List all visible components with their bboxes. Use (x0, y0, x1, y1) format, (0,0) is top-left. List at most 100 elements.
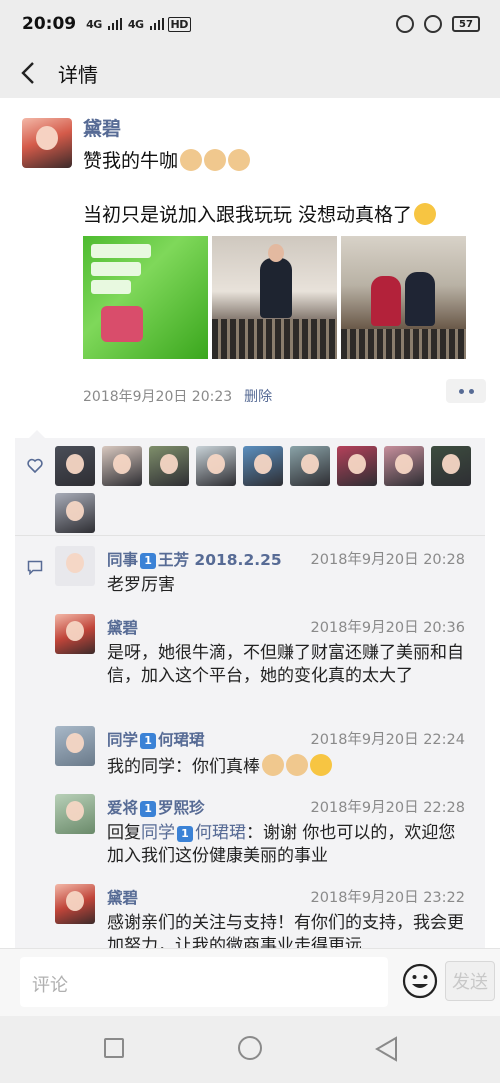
keycap-one-icon: 1 (140, 801, 157, 817)
comment-time: 2018年9月20日 22:28 (310, 800, 465, 816)
home-button[interactable] (238, 1036, 262, 1060)
status-bar: 20:09 4G 4G HD 57 (0, 0, 500, 48)
heart-icon (27, 458, 43, 473)
like-avatar[interactable] (290, 446, 330, 486)
comment-item[interactable]: 黛碧 2018年9月20日 23:22 感谢亲们的关注与支持！有你们的支持，我会… (55, 876, 475, 948)
recent-apps-button[interactable] (104, 1038, 124, 1058)
comment-text: 老罗厉害 (107, 575, 175, 595)
signal-bars-icon (107, 18, 122, 30)
comment-author-suffix: 何珺珺 (158, 731, 205, 749)
kiss-face-icon (310, 754, 332, 776)
delete-link[interactable]: 删除 (244, 389, 272, 405)
like-avatar[interactable] (337, 446, 377, 486)
comment-time: 2018年9月20日 20:36 (310, 620, 465, 636)
like-avatar[interactable] (431, 446, 471, 486)
battery-icon: 57 (452, 16, 480, 32)
comment-author[interactable]: 同事 1 王芳 2018.2.25 (107, 548, 282, 570)
comment-bar: 评论 发送 (0, 948, 500, 1016)
comment-input[interactable]: 评论 (20, 957, 388, 1007)
like-avatar[interactable] (384, 446, 424, 486)
reply-prefix: 回复 (107, 823, 141, 843)
comment-avatar[interactable] (55, 726, 95, 766)
comment-avatar[interactable] (55, 614, 95, 654)
person-figure (260, 244, 292, 318)
thumbs-up-icon (228, 149, 251, 171)
comment-item[interactable]: 同学 1 何珺珺 2018年9月20日 22:24 我的同学：你们真棒 (55, 718, 475, 786)
comment-author-prefix: 同事 (107, 551, 139, 569)
reply-to-name[interactable]: 同学 1 何珺珺 (141, 823, 246, 843)
comment-author-suffix: 罗熙珍 (158, 799, 205, 817)
reply-to-suffix: 何珺珺 (195, 823, 246, 843)
post-text-2: 当初只是说加入跟我玩玩 没想动真格了 (83, 204, 413, 226)
like-avatar[interactable] (55, 493, 95, 533)
comment-item[interactable]: 同事 1 王芳 2018.2.25 2018年9月20日 20:28 老罗厉害 (55, 538, 475, 606)
status-time: 20:09 (22, 14, 77, 34)
comment-text: 是呀，她很牛滴，不但赚了财富还赚了美丽和自信，加入这个平台，她的变化真的太大了 (107, 643, 464, 686)
comment-icon (27, 560, 43, 575)
chat-bubble (91, 262, 141, 276)
alarm-icon (424, 15, 442, 33)
post-photo-chat[interactable] (83, 236, 208, 359)
post-meta: 2018年9月20日 20:23 删除 (83, 386, 272, 406)
like-avatar[interactable] (243, 446, 283, 486)
comment-time: 2018年9月20日 20:28 (310, 552, 465, 568)
like-avatar[interactable] (196, 446, 236, 486)
dot-icon (468, 388, 474, 394)
emoji-picker-icon[interactable] (402, 963, 438, 999)
comment-author[interactable]: 同学 1 何珺珺 (107, 728, 205, 750)
comment-text-body: 我的同学：你们真棒 (107, 757, 260, 777)
signal-2-icon: 4G (127, 17, 144, 31)
person-figure (371, 276, 401, 326)
system-nav-bar (0, 1016, 500, 1083)
send-button[interactable]: 发送 (445, 961, 495, 1001)
flower-image (101, 306, 143, 342)
likes-section (15, 438, 485, 536)
comment-author-prefix: 爱将 (107, 799, 139, 817)
comment-time: 2018年9月20日 22:24 (310, 732, 465, 748)
comment-author-prefix: 同学 (107, 731, 139, 749)
post-text-line-1: 赞我的牛咖 (83, 146, 251, 173)
chat-bubble (91, 244, 151, 258)
product-rows (212, 319, 337, 359)
back-arrow-icon (21, 62, 34, 84)
comment-author[interactable]: 黛碧 (107, 886, 138, 908)
dot-icon (458, 388, 464, 394)
like-avatar[interactable] (102, 446, 142, 486)
back-button[interactable] (16, 61, 40, 85)
comment-time: 2018年9月20日 23:22 (310, 890, 465, 906)
post-author-avatar[interactable] (22, 118, 72, 168)
comment-author[interactable]: 黛碧 (107, 616, 138, 638)
thumbs-up-icon (180, 149, 203, 171)
comment-item[interactable]: 爱将 1 罗熙珍 2018年9月20日 22:28 回复同学 1 何珺珺：谢谢 你也可以… (55, 786, 475, 876)
comment-avatar[interactable] (55, 794, 95, 834)
person-figure (405, 272, 435, 326)
title-bar: 详情 (0, 48, 500, 98)
comment-avatar[interactable] (55, 546, 95, 586)
page-title: 详情 (58, 62, 98, 87)
comment-item[interactable]: 黛碧 2018年9月20日 20:36 是呀，她很牛滴，不但赚了财富还赚了美丽和… (55, 606, 475, 718)
like-avatar[interactable] (149, 446, 189, 486)
interaction-panel: 同事 1 王芳 2018.2.25 2018年9月20日 20:28 老罗厉害 黛碧… (15, 430, 485, 948)
comment-author[interactable]: 爱将 1 罗熙珍 (107, 796, 205, 818)
moment-post: 黛碧 赞我的牛咖 当初只是说加入跟我玩玩 没想动真格了 2018年9月20日 2… (0, 98, 500, 948)
post-text-1: 赞我的牛咖 (83, 150, 179, 172)
post-photo-woman[interactable] (212, 236, 337, 359)
like-avatar[interactable] (55, 446, 95, 486)
post-author-name[interactable]: 黛碧 (83, 114, 121, 141)
comment-author-suffix: 王芳 2018.2.25 (158, 551, 282, 569)
chat-bubble (91, 280, 131, 294)
keycap-one-icon: 1 (140, 553, 157, 569)
reply-to-prefix: 同学 (141, 823, 175, 843)
comment-avatar[interactable] (55, 884, 95, 924)
nav-back-icon[interactable] (374, 1036, 398, 1062)
comment-text: 感谢亲们的关注与支持！有你们的支持，我会更加努力，让我的微商事业走得更远 (107, 913, 464, 948)
keycap-one-icon: 1 (177, 826, 193, 842)
hd-icon: HD (167, 16, 191, 32)
post-timestamp: 2018年9月20日 20:23 (83, 389, 233, 405)
like-avatar-list (55, 446, 480, 533)
more-actions-button[interactable] (446, 379, 486, 403)
comment-text: 回复同学 1 何珺珺：谢谢 你也可以的，欢迎您加入我们这份健康美丽的事业 (107, 822, 467, 868)
post-photo-group[interactable] (341, 236, 466, 359)
comment-text: 我的同学：你们真棒 (107, 754, 467, 779)
product-rows (341, 329, 466, 359)
